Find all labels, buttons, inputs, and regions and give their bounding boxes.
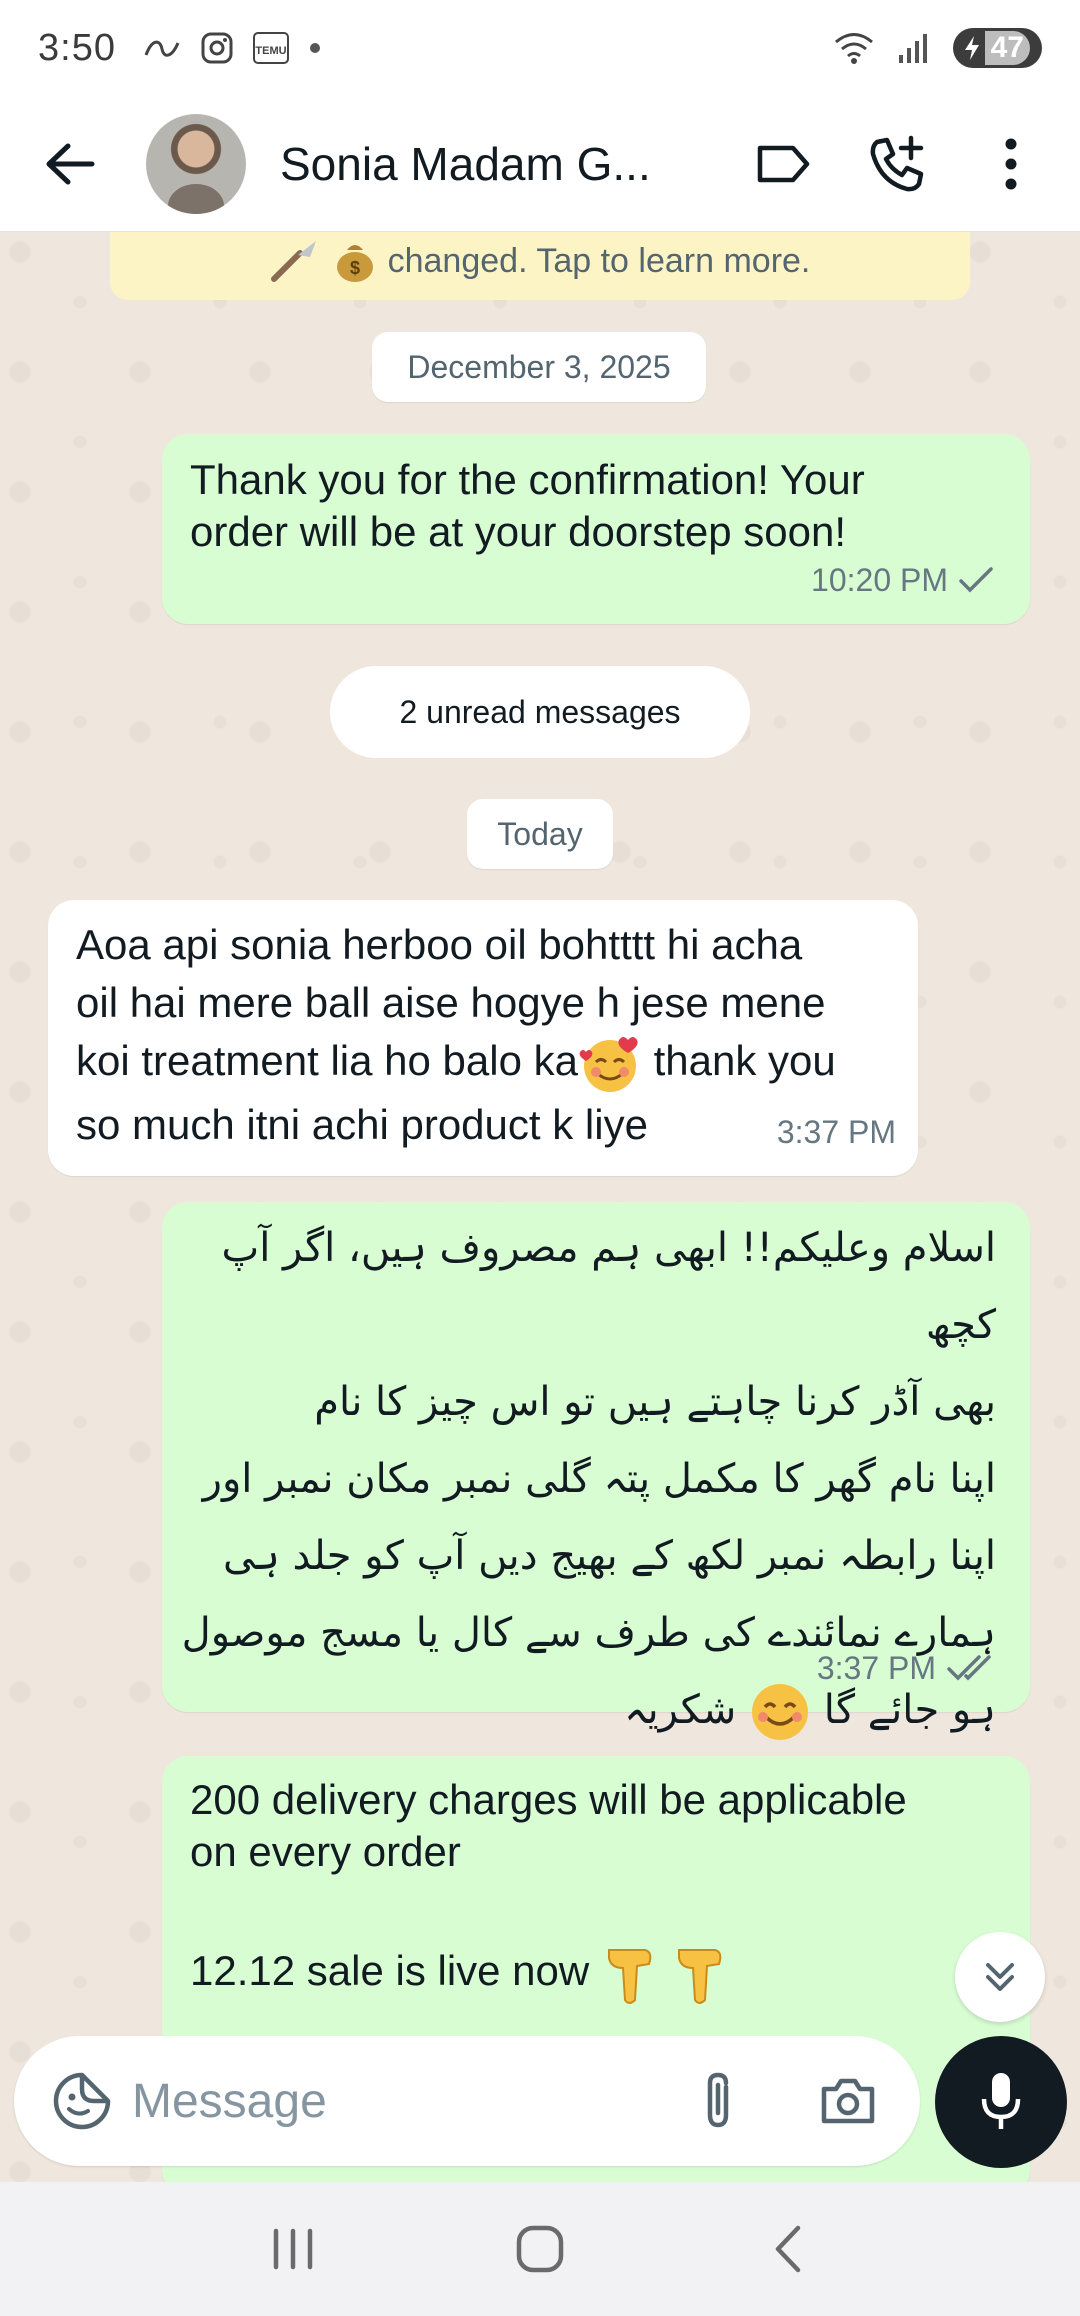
smiling-face-hearts-emoji — [579, 1037, 638, 1092]
message-incoming[interactable]: Aoa api sonia herboo oil bohtttt hi acha… — [48, 900, 918, 1176]
knife-icon — [270, 241, 316, 282]
temu-icon: TEMU — [252, 32, 289, 64]
back-button[interactable] — [34, 128, 106, 200]
more-options-button[interactable] — [966, 119, 1056, 209]
microphone-icon — [981, 2073, 1021, 2129]
message-line: شکریہ — [624, 1687, 737, 1733]
message-line: Thank you for the confirmation! Your — [190, 456, 865, 503]
pointing-down-emoji — [677, 1949, 721, 2004]
money-bag-icon: $ — [336, 245, 373, 282]
message-line: oil hai mere ball aise hogye h jese mene — [76, 979, 826, 1026]
home-icon — [516, 2225, 564, 2273]
message-line: order will be at your doorstep soon! — [190, 508, 847, 555]
add-call-button[interactable] — [852, 119, 942, 209]
status-bar: 3:50 TEMU 47 — [0, 0, 1080, 96]
camera-button[interactable] — [808, 2061, 888, 2141]
date-chip: Today — [467, 799, 613, 869]
chat-area[interactable]: $ changed. Tap to learn more. December 3… — [0, 232, 1080, 2182]
date-chip: December 3, 2025 — [372, 332, 706, 402]
attach-button[interactable] — [678, 2061, 758, 2141]
battery-level: 47 — [984, 31, 1030, 65]
double-chevron-down-icon — [986, 1963, 1014, 1991]
signal-icon — [898, 34, 927, 63]
message-composer — [14, 2036, 920, 2166]
dot-icon — [309, 43, 320, 53]
instagram-icon — [201, 32, 233, 64]
message-time: 3:37 PM — [816, 1650, 936, 1686]
message-line: اپنا نام گھر کا مکمل پتہ گلی نمبر مکان ن… — [202, 1456, 996, 1502]
camera-icon — [821, 2078, 875, 2124]
double-check-icon — [947, 1655, 991, 1681]
chat-header: Sonia Madam G... — [0, 96, 1080, 232]
recents-icon — [274, 2228, 313, 2270]
svg-text:$: $ — [350, 258, 360, 278]
message-line: 12.12 sale is live now — [190, 1947, 590, 1995]
contact-avatar[interactable] — [146, 113, 246, 214]
message-line: 200 delivery charges will be applicable — [190, 1776, 907, 1823]
battery-icon: 47 — [952, 28, 1042, 68]
back-nav-button[interactable] — [742, 2204, 832, 2294]
back-arrow-icon — [46, 143, 95, 184]
encryption-notice[interactable]: $ changed. Tap to learn more. — [110, 232, 970, 300]
status-time: 3:50 — [38, 26, 116, 69]
swipe-icon — [144, 40, 180, 57]
message-input[interactable] — [132, 2073, 652, 2129]
home-button[interactable] — [495, 2204, 585, 2294]
message-line: so much itni achi product k liye — [76, 1101, 648, 1148]
pointing-down-emoji — [607, 1949, 652, 2004]
paperclip-icon — [707, 2072, 729, 2128]
wifi-icon — [834, 33, 873, 64]
message-time: 10:20 PM — [811, 562, 948, 598]
message-time: 3:37 PM — [776, 1114, 896, 1150]
contact-name[interactable]: Sonia Madam G... — [280, 137, 670, 191]
unread-messages-chip: 2 unread messages — [330, 666, 750, 758]
more-vert-icon — [1005, 138, 1017, 189]
recents-button[interactable] — [248, 2204, 338, 2294]
smiling-face-emoji — [752, 1684, 809, 1740]
scroll-to-bottom-button[interactable] — [955, 1932, 1045, 2022]
chevron-left-icon — [775, 2225, 800, 2273]
message-outgoing[interactable]: Thank you for the confirmation! Your ord… — [162, 434, 1030, 624]
label-button[interactable] — [738, 119, 828, 209]
sticker-icon — [53, 2072, 111, 2130]
single-check-icon — [959, 567, 993, 593]
svg-text:TEMU: TEMU — [255, 45, 286, 57]
notice-text: changed. Tap to learn more. — [387, 241, 811, 280]
system-nav-bar — [0, 2182, 1080, 2316]
label-icon — [757, 145, 810, 182]
message-line: اسلام وعلیکم!! ابھی ہم مصروف ہیں، اگر آپ… — [221, 1225, 996, 1348]
voice-message-button[interactable] — [935, 2036, 1067, 2168]
message-line: koi treatment lia ho balo ka — [76, 1037, 578, 1085]
add-call-icon — [870, 135, 924, 191]
message-line: اپنا رابطہ نمبر لکھ کے بھیج دیں آپ کو جل… — [223, 1533, 996, 1579]
sticker-button[interactable] — [42, 2061, 122, 2141]
message-line: on every order — [190, 1828, 461, 1875]
message-line: thank you — [653, 1037, 836, 1085]
message-line: Aoa api sonia herboo oil bohtttt hi acha — [76, 921, 803, 968]
message-outgoing[interactable]: اسلام وعلیکم!! ابھی ہم مصروف ہیں، اگر آپ… — [162, 1202, 1030, 1740]
message-line: بھی آڈر کرنا چاہتے ہیں تو اس چیز کا نام — [314, 1379, 996, 1425]
